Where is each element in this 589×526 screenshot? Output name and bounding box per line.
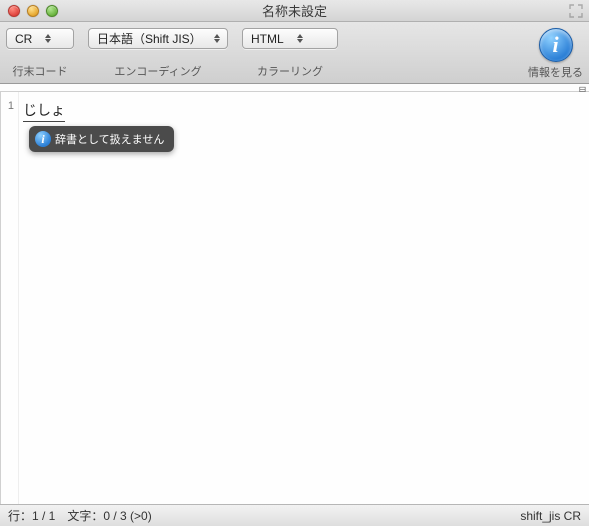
info-label: 情報を見る <box>528 64 583 80</box>
line-ending-value: CR <box>15 32 32 46</box>
select-arrows-icon <box>294 34 306 43</box>
gutter: 1 <box>1 92 19 510</box>
ime-tooltip: i 辞書として扱えません <box>29 126 174 152</box>
coloring-label: カラーリング <box>257 63 323 79</box>
ruler: 目 <box>0 84 589 92</box>
line-ending-group: CR 行末コード <box>6 28 74 79</box>
encoding-group: 日本語（Shift JIS） エンコーディング <box>88 28 228 79</box>
status-position: 行：1 / 1 文字：0 / 3 (>0) <box>8 507 152 524</box>
info-button[interactable]: i <box>539 28 573 62</box>
editor: 1 じしょ i 辞書として扱えません <box>0 92 589 510</box>
line-ending-label: 行末コード <box>13 63 68 79</box>
encoding-select[interactable]: 日本語（Shift JIS） <box>88 28 228 49</box>
line-ending-select[interactable]: CR <box>6 28 74 49</box>
statusbar: 行：1 / 1 文字：0 / 3 (>0) shift_jis CR <box>0 504 589 526</box>
window-title: 名称未設定 <box>0 1 589 20</box>
status-encoding: shift_jis CR <box>520 509 581 523</box>
encoding-value: 日本語（Shift JIS） <box>97 30 201 47</box>
coloring-value: HTML <box>251 32 284 46</box>
fullscreen-icon[interactable] <box>569 4 583 18</box>
editor-text[interactable]: じしょ <box>23 100 65 122</box>
select-arrows-icon <box>42 34 54 43</box>
info-icon: i <box>35 131 51 147</box>
encoding-label: エンコーディング <box>114 63 201 79</box>
coloring-group: HTML カラーリング <box>242 28 338 79</box>
tooltip-text: 辞書として扱えません <box>55 131 164 147</box>
titlebar: 名称未設定 <box>0 0 589 22</box>
text-area[interactable]: 1 じしょ i 辞書として扱えません <box>0 92 589 510</box>
info-button-group: i 情報を見る <box>528 28 583 80</box>
coloring-select[interactable]: HTML <box>242 28 338 49</box>
toolbar: CR 行末コード 日本語（Shift JIS） エンコーディング HTML カラ… <box>0 22 589 84</box>
select-arrows-icon <box>211 34 223 43</box>
line-number: 1 <box>1 100 14 112</box>
